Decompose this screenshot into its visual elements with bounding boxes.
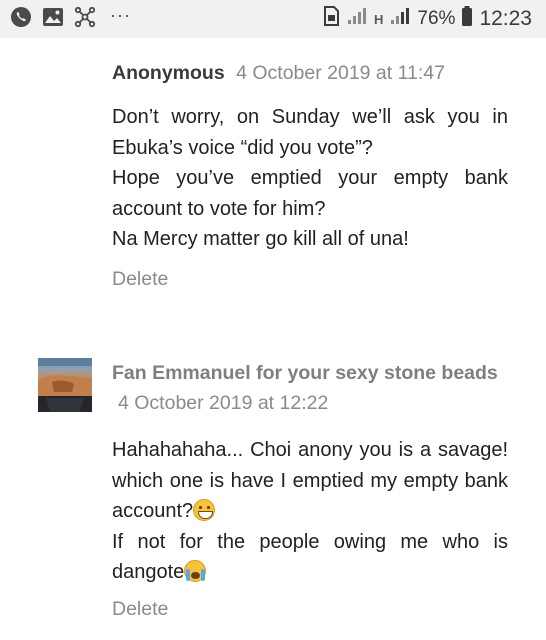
comment-body: Hahahahaha... Choi anony you is a savage… <box>112 435 508 588</box>
gallery-icon <box>42 7 64 32</box>
comment-header: Anonymous 4 October 2019 at 11:47 <box>112 58 512 88</box>
comment-line-text: Hahahahaha... Choi anony you is a savage… <box>112 439 508 522</box>
signal-icon <box>346 6 368 32</box>
signal-icon-2 <box>389 6 411 32</box>
whatsapp-icon <box>10 6 32 33</box>
grinning-emoji-icon <box>193 499 216 521</box>
comment-line-text: If not for the people owing me who is da… <box>112 530 508 584</box>
network-icon <box>74 6 96 33</box>
avatar[interactable] <box>38 358 92 412</box>
crying-emoji-icon <box>184 560 207 582</box>
battery-percent: 76% <box>417 8 456 29</box>
comment-line: Hope you’ve emptied your empty bank acco… <box>112 167 508 220</box>
network-type-icon: H <box>374 11 384 27</box>
system-status: H 76% 12:23 <box>322 6 532 32</box>
author-name: Anonymous <box>112 62 225 84</box>
comment-timestamp[interactable]: 4 October 2019 at 11:47 <box>236 62 445 84</box>
clock: 12:23 <box>479 7 532 30</box>
sim-icon <box>322 5 340 33</box>
delete-link[interactable]: Delete <box>112 598 168 621</box>
comment-line: Na Mercy matter go kill all of una! <box>112 228 409 250</box>
delete-link[interactable]: Delete <box>112 268 168 291</box>
comment-timestamp[interactable]: 4 October 2019 at 12:22 <box>118 392 328 414</box>
notification-icons: ··· <box>10 4 131 33</box>
comment-line: Don’t worry, on Sunday we’ll ask you in … <box>112 106 508 159</box>
comment-line: Hahahahaha... Choi anony you is a savage… <box>112 435 508 527</box>
comment-line: If not for the people owing me who is da… <box>112 527 508 588</box>
comment-body: Don’t worry, on Sunday we’ll ask you in … <box>112 102 508 255</box>
battery-icon <box>461 5 473 33</box>
status-bar: ··· H 76% 12:23 <box>0 0 546 38</box>
more-notifications-icon: ··· <box>110 4 131 25</box>
comment-header: Fan Emmanuel for your sexy stone beads 4… <box>112 358 512 418</box>
author-name[interactable]: Fan Emmanuel for your sexy stone beads <box>112 362 498 384</box>
